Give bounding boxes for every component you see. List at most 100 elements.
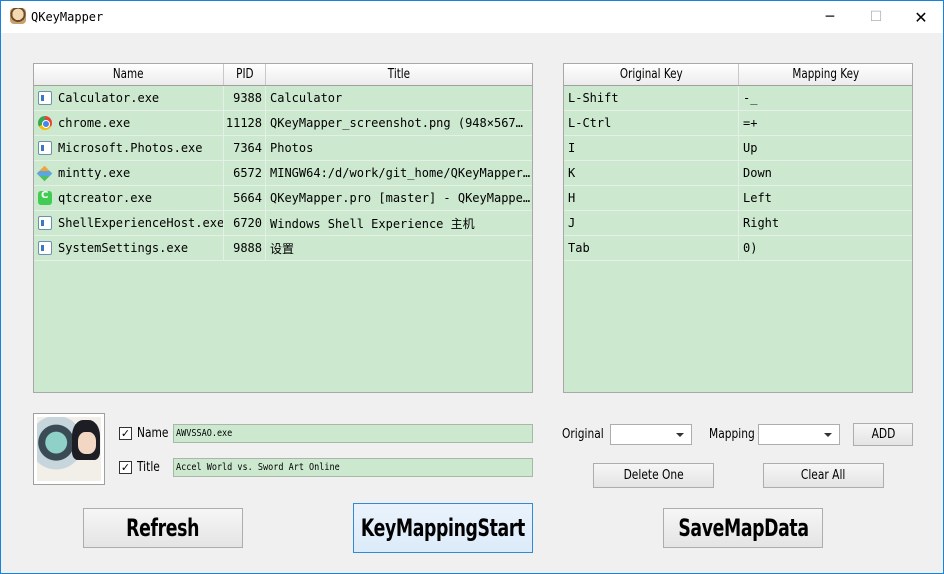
title-label: Title bbox=[137, 460, 160, 475]
table-row[interactable]: H Left bbox=[564, 186, 912, 211]
name-label: Name bbox=[137, 426, 169, 441]
process-name: chrome.exe bbox=[58, 116, 131, 130]
table-row[interactable]: ShellExperienceHost.exe 6720 Windows Shell… bbox=[34, 211, 532, 236]
original-key-cell: L-Shift bbox=[564, 86, 739, 110]
table-row[interactable]: J Right bbox=[564, 211, 912, 236]
chevron-down-icon bbox=[676, 433, 684, 437]
original-key-label: Original bbox=[562, 427, 604, 442]
save-map-data-button[interactable]: SaveMapData bbox=[663, 508, 823, 548]
table-row[interactable]: K Down bbox=[564, 161, 912, 186]
process-table-header: Name PID Title bbox=[34, 64, 532, 86]
title-bar: QKeyMapper ─ ☐ ✕ bbox=[1, 1, 943, 33]
process-name-cell: qtcreator.exe bbox=[34, 186, 224, 210]
title-checkbox[interactable]: ✓ bbox=[119, 461, 132, 474]
process-title-cell: Photos bbox=[270, 141, 314, 155]
process-name-cell: mintty.exe bbox=[34, 161, 224, 185]
process-table-body: Calculator.exe 9388 Calculator chrome.exe 11… bbox=[34, 86, 532, 261]
process-pid-cell: 5664 bbox=[224, 186, 266, 210]
original-key-cell: H bbox=[564, 186, 739, 210]
window-icon bbox=[38, 141, 52, 155]
mapping-key-cell: Down bbox=[743, 166, 772, 180]
delete-one-button[interactable]: Delete One bbox=[593, 463, 714, 488]
process-name: Microsoft.Photos.exe bbox=[58, 141, 203, 155]
window-icon bbox=[38, 91, 52, 105]
table-row[interactable]: I Up bbox=[564, 136, 912, 161]
chrome-icon bbox=[38, 116, 52, 130]
mapping-table-body: L-Shift -_ L-Ctrl =+ I Up K Down H Left J Right Tab 0… bbox=[564, 86, 912, 261]
key-mapping-table[interactable]: Original Key Mapping Key L-Shift -_ L-Ctrl… bbox=[563, 63, 913, 393]
mapping-table-header: Original Key Mapping Key bbox=[564, 64, 912, 86]
column-header-original-key[interactable]: Original Key bbox=[564, 64, 739, 85]
window-icon bbox=[38, 241, 52, 255]
table-row[interactable]: L-Ctrl =+ bbox=[564, 111, 912, 136]
window-icon bbox=[38, 216, 52, 230]
minimize-button[interactable]: ─ bbox=[807, 1, 853, 33]
mapping-key-cell: Right bbox=[743, 216, 780, 230]
process-pid-cell: 6720 bbox=[224, 211, 266, 235]
column-header-pid[interactable]: PID bbox=[224, 64, 266, 85]
original-key-cell: Tab bbox=[564, 236, 739, 260]
mapping-key-cell: Up bbox=[743, 141, 758, 155]
process-name: SystemSettings.exe bbox=[58, 241, 189, 255]
mapping-key-cell: Left bbox=[743, 191, 772, 205]
process-name-field[interactable]: AWVSSAO.exe bbox=[173, 424, 533, 443]
key-mapping-start-button[interactable]: KeyMappingStart bbox=[353, 503, 533, 553]
process-name-cell: ShellExperienceHost.exe bbox=[34, 211, 224, 235]
table-row[interactable]: SystemSettings.exe 9888 设置 bbox=[34, 236, 532, 261]
process-pid-cell: 6572 bbox=[224, 161, 266, 185]
process-name: ShellExperienceHost.exe bbox=[58, 216, 224, 230]
table-row[interactable]: L-Shift -_ bbox=[564, 86, 912, 111]
clear-all-button[interactable]: Clear All bbox=[763, 463, 884, 488]
column-header-title[interactable]: Title bbox=[266, 64, 532, 85]
mapping-key-label: Mapping bbox=[709, 427, 755, 442]
process-title-cell: MINGW64:/d/work/git_home/QKeyMapper… bbox=[270, 166, 531, 180]
table-row[interactable]: qtcreator.exe 5664 QKeyMapper.pro [master]… bbox=[34, 186, 532, 211]
table-row[interactable]: chrome.exe 11128 QKeyMapper_screenshot.png… bbox=[34, 111, 532, 136]
window-title: QKeyMapper bbox=[31, 10, 104, 24]
table-row[interactable]: mintty.exe 6572 MINGW64:/d/work/git_home/Q… bbox=[34, 161, 532, 186]
game-avatar-image bbox=[33, 413, 105, 485]
process-title-cell: Calculator bbox=[270, 91, 343, 105]
table-row[interactable]: Microsoft.Photos.exe 7364 Photos bbox=[34, 136, 532, 161]
original-key-cell: L-Ctrl bbox=[564, 111, 739, 135]
original-key-cell: I bbox=[564, 136, 739, 160]
close-button[interactable]: ✕ bbox=[898, 1, 944, 33]
table-row[interactable]: Tab 0) bbox=[564, 236, 912, 261]
original-key-cell: K bbox=[564, 161, 739, 185]
process-name: Calculator.exe bbox=[58, 91, 160, 105]
mapping-key-cell: =+ bbox=[743, 116, 758, 130]
process-pid-cell: 11128 bbox=[224, 111, 266, 135]
process-name-cell: SystemSettings.exe bbox=[34, 236, 224, 260]
app-logo-icon bbox=[10, 8, 26, 24]
column-header-name[interactable]: Name bbox=[34, 64, 224, 85]
process-name: mintty.exe bbox=[58, 166, 131, 180]
maximize-button[interactable]: ☐ bbox=[853, 1, 899, 33]
process-title-cell: QKeyMapper_screenshot.png (948×567… bbox=[270, 116, 523, 130]
process-title-cell: 设置 bbox=[270, 241, 295, 256]
mintty-icon bbox=[38, 166, 52, 180]
mapping-key-combobox[interactable] bbox=[758, 424, 840, 445]
window-title-field[interactable]: Accel World vs. Sword Art Online bbox=[173, 458, 533, 477]
process-name-cell: Calculator.exe bbox=[34, 86, 224, 110]
process-title-cell: Windows Shell Experience 主机 bbox=[270, 216, 475, 231]
refresh-button[interactable]: Refresh bbox=[83, 508, 243, 548]
process-name-cell: Microsoft.Photos.exe bbox=[34, 136, 224, 160]
process-name: qtcreator.exe bbox=[58, 191, 152, 205]
original-key-combobox[interactable] bbox=[610, 424, 692, 445]
process-title-cell: QKeyMapper.pro [master] - QKeyMappe… bbox=[270, 191, 531, 205]
column-header-mapping-key[interactable]: Mapping Key bbox=[739, 64, 912, 85]
name-checkbox[interactable]: ✓ bbox=[119, 427, 132, 440]
process-pid-cell: 9888 bbox=[224, 236, 266, 260]
qtcreator-icon bbox=[38, 190, 52, 205]
mapping-key-cell: 0) bbox=[743, 241, 758, 255]
process-pid-cell: 7364 bbox=[224, 136, 266, 160]
table-row[interactable]: Calculator.exe 9388 Calculator bbox=[34, 86, 532, 111]
original-key-cell: J bbox=[564, 211, 739, 235]
add-mapping-button[interactable]: ADD bbox=[853, 423, 913, 446]
mapping-key-cell: -_ bbox=[743, 91, 758, 105]
process-table[interactable]: Name PID Title Calculator.exe 9388 Calcula… bbox=[33, 63, 533, 393]
process-name-cell: chrome.exe bbox=[34, 111, 224, 135]
main-window: QKeyMapper ─ ☐ ✕ Name PID Title Calculat… bbox=[0, 0, 944, 574]
chevron-down-icon bbox=[824, 433, 832, 437]
process-pid-cell: 9388 bbox=[224, 86, 266, 110]
